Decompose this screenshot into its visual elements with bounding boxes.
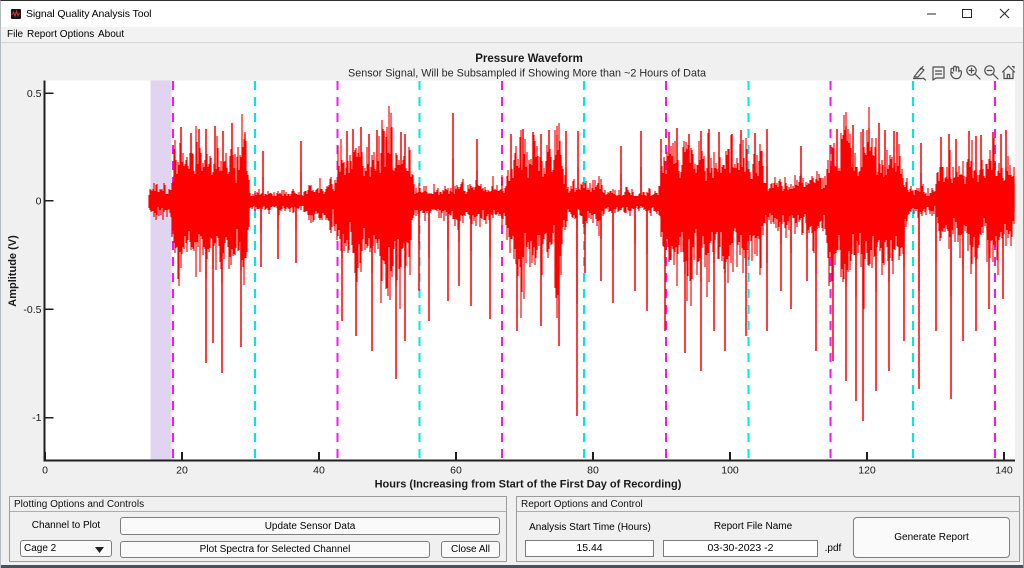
svg-text:60: 60 xyxy=(450,465,462,477)
svg-text:140: 140 xyxy=(995,465,1013,477)
svg-text:Pressure Waveform: Pressure Waveform xyxy=(475,53,583,65)
svg-text:0: 0 xyxy=(36,195,42,207)
svg-text:120: 120 xyxy=(858,465,876,477)
svg-text:20: 20 xyxy=(176,465,188,477)
svg-text:Hours (Increasing from Start o: Hours (Increasing from Start of the Firs… xyxy=(375,479,682,491)
svg-text:80: 80 xyxy=(587,465,599,477)
svg-text:-0.5: -0.5 xyxy=(23,304,41,316)
svg-text:Amplitude (V): Amplitude (V) xyxy=(7,235,19,307)
svg-text:Sensor Signal, Will be Subsamp: Sensor Signal, Will be Subsampled if Sho… xyxy=(348,68,706,80)
svg-text:40: 40 xyxy=(313,465,325,477)
svg-text:-1: -1 xyxy=(32,412,41,424)
svg-text:0.5: 0.5 xyxy=(27,88,42,100)
svg-text:100: 100 xyxy=(721,465,739,477)
svg-text:0: 0 xyxy=(42,465,48,477)
